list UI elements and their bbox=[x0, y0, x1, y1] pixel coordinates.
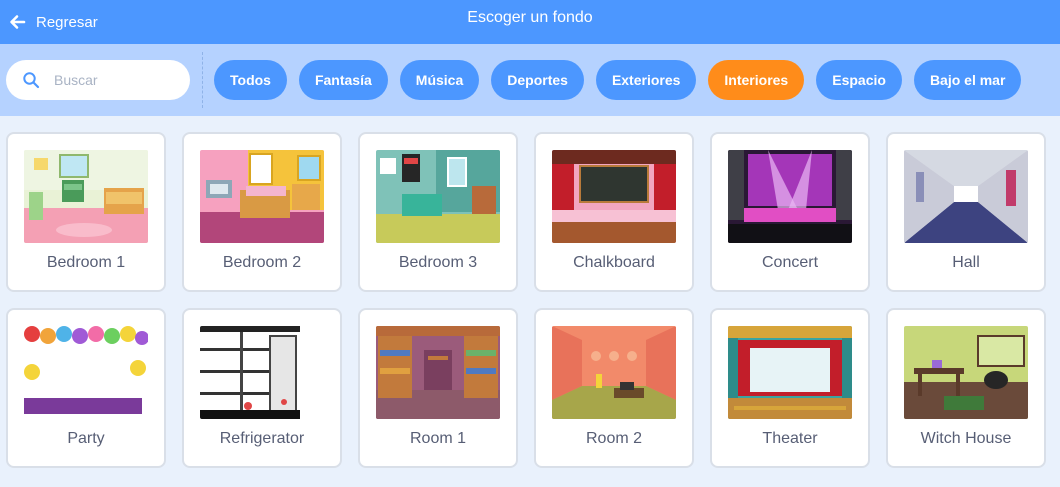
tag-fantasia[interactable]: Fantasía bbox=[298, 60, 388, 100]
backdrop-card-witch-house[interactable]: Witch House bbox=[886, 308, 1046, 468]
tag-interiores[interactable]: Interiores bbox=[708, 60, 805, 100]
tag-espacio[interactable]: Espacio bbox=[816, 60, 902, 100]
backdrop-grid: Bedroom 1 Bedroom 2 Bedroom 3 Chalkboard… bbox=[6, 132, 1046, 468]
header-bar: Regresar Escoger un fondo bbox=[0, 0, 1060, 44]
backdrop-name: Refrigerator bbox=[219, 430, 305, 447]
party-thumbnail bbox=[24, 326, 148, 419]
bedroom-1-thumbnail bbox=[24, 150, 148, 243]
backdrop-card-hall[interactable]: Hall bbox=[886, 132, 1046, 292]
theater-image bbox=[728, 326, 852, 419]
witch-house-image bbox=[904, 326, 1028, 419]
theater-thumbnail bbox=[728, 326, 852, 419]
backdrop-name: Room 1 bbox=[409, 430, 467, 447]
concert-image bbox=[728, 150, 852, 243]
hall-thumbnail bbox=[904, 150, 1028, 243]
backdrop-name: Witch House bbox=[920, 430, 1012, 447]
bedroom-2-thumbnail bbox=[200, 150, 324, 243]
search-input[interactable] bbox=[54, 68, 180, 92]
backdrop-name: Bedroom 2 bbox=[222, 254, 302, 271]
bedroom-3-image bbox=[376, 150, 500, 243]
backdrop-name: Room 2 bbox=[585, 430, 643, 447]
backdrop-card-party[interactable]: Party bbox=[6, 308, 166, 468]
backdrop-card-room-1[interactable]: Room 1 bbox=[358, 308, 518, 468]
refrigerator-image bbox=[200, 326, 324, 419]
backdrop-card-room-2[interactable]: Room 2 bbox=[534, 308, 694, 468]
backdrop-card-refrigerator[interactable]: Refrigerator bbox=[182, 308, 342, 468]
backdrop-card-concert[interactable]: Concert bbox=[710, 132, 870, 292]
backdrop-card-chalkboard[interactable]: Chalkboard bbox=[534, 132, 694, 292]
witch-house-thumbnail bbox=[904, 326, 1028, 419]
bedroom-1-image bbox=[24, 150, 148, 243]
search-icon bbox=[23, 72, 40, 89]
room-2-thumbnail bbox=[552, 326, 676, 419]
concert-thumbnail bbox=[728, 150, 852, 243]
backdrop-name: Theater bbox=[762, 430, 818, 447]
refrigerator-thumbnail bbox=[200, 326, 324, 419]
divider bbox=[202, 52, 203, 108]
backdrop-name: Hall bbox=[952, 254, 980, 271]
tag-deportes[interactable]: Deportes bbox=[491, 60, 584, 100]
category-tags: Todos Fantasía Música Deportes Exteriore… bbox=[214, 60, 1022, 100]
hall-image bbox=[904, 150, 1028, 243]
backdrop-card-theater[interactable]: Theater bbox=[710, 308, 870, 468]
chalkboard-image bbox=[552, 150, 676, 243]
tag-bajo-el-mar[interactable]: Bajo el mar bbox=[913, 60, 1022, 100]
bedroom-2-image bbox=[200, 150, 324, 243]
backdrop-name: Bedroom 1 bbox=[46, 254, 126, 271]
backdrop-card-bedroom-2[interactable]: Bedroom 2 bbox=[182, 132, 342, 292]
backdrop-name: Chalkboard bbox=[573, 254, 655, 271]
room-1-image bbox=[376, 326, 500, 419]
search-box[interactable] bbox=[6, 60, 190, 100]
room-1-thumbnail bbox=[376, 326, 500, 419]
tag-musica[interactable]: Música bbox=[399, 60, 480, 100]
bedroom-3-thumbnail bbox=[376, 150, 500, 243]
backdrop-card-bedroom-1[interactable]: Bedroom 1 bbox=[6, 132, 166, 292]
page-title: Escoger un fondo bbox=[467, 9, 593, 26]
tag-exteriores[interactable]: Exteriores bbox=[595, 60, 697, 100]
filter-bar: Todos Fantasía Música Deportes Exteriore… bbox=[0, 44, 1060, 116]
tag-todos[interactable]: Todos bbox=[214, 60, 287, 100]
backdrop-name: Concert bbox=[761, 254, 819, 271]
backdrop-name: Party bbox=[67, 430, 105, 447]
backdrop-card-bedroom-3[interactable]: Bedroom 3 bbox=[358, 132, 518, 292]
party-image bbox=[24, 326, 148, 419]
chalkboard-thumbnail bbox=[552, 150, 676, 243]
backdrop-name: Bedroom 3 bbox=[398, 254, 478, 271]
room-2-image bbox=[552, 326, 676, 419]
